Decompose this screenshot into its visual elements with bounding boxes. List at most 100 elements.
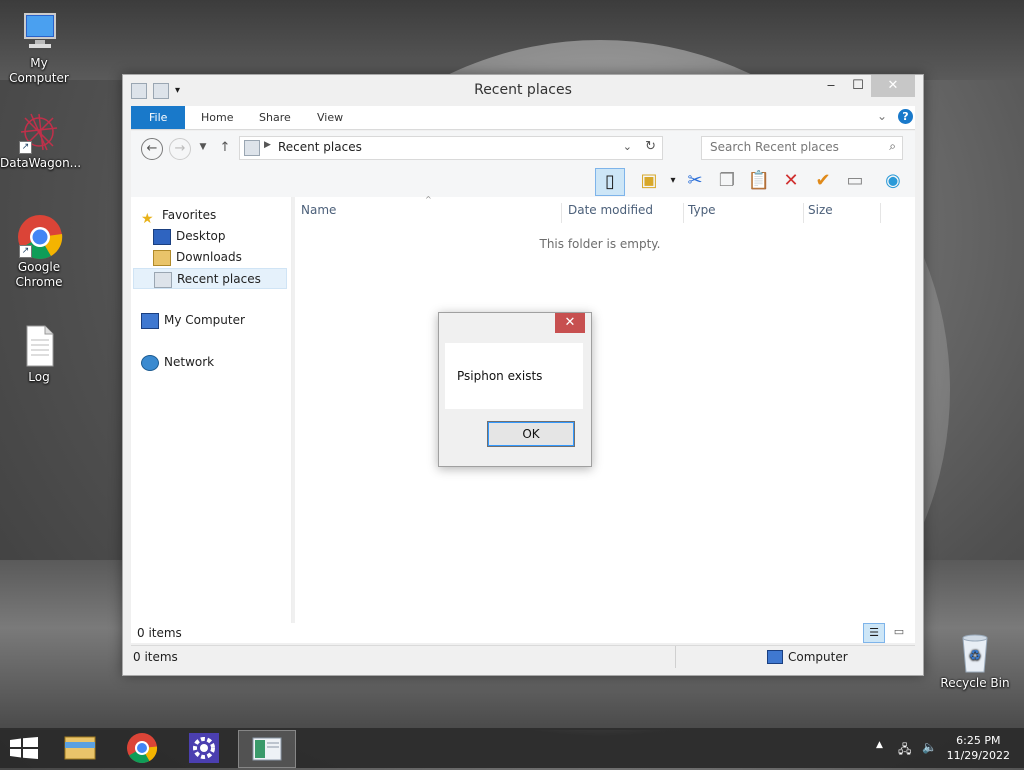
tab-file[interactable]: File [131, 106, 186, 129]
checkmark-icon[interactable]: ✔ [809, 168, 837, 194]
rename-icon[interactable]: ▭ [841, 168, 869, 194]
address-dropdown-icon[interactable]: ⌄ [623, 140, 632, 153]
status-location: Computer [788, 650, 848, 664]
nav-item-my-computer[interactable]: My Computer [141, 310, 299, 331]
file-list: ^ Name Date modified Type Size This fold… [295, 195, 915, 643]
taskbar-settings[interactable] [176, 730, 232, 766]
desktop-icon-recycle-bin[interactable]: ♻ Recycle Bin [936, 630, 1014, 691]
datawagon-icon: ↗ [17, 110, 61, 154]
text-file-icon [17, 324, 61, 368]
shortcut-arrow-icon: ↗ [19, 141, 32, 154]
status-bar: 0 items Computer [131, 645, 915, 668]
clock-time: 6:25 PM [956, 734, 1001, 747]
column-header-date-modified[interactable]: Date modified [562, 203, 684, 223]
chrome-icon: ↗ [17, 214, 63, 259]
status-divider [675, 646, 676, 668]
forward-button[interactable]: → [169, 138, 191, 160]
ok-button[interactable]: OK [487, 421, 575, 447]
back-button[interactable]: ← [141, 138, 163, 160]
up-button[interactable]: ↑ [215, 138, 235, 158]
paste-icon[interactable]: 📋 [745, 168, 773, 194]
tab-home[interactable]: Home [187, 106, 247, 129]
preview-pane-icon[interactable]: ▯ [595, 168, 625, 196]
tab-view[interactable]: View [303, 106, 357, 129]
recent-places-icon [244, 140, 260, 156]
search-box[interactable]: Search Recent places ⌕ [701, 136, 903, 160]
folder-icon [64, 736, 96, 760]
clock-date: 11/29/2022 [946, 749, 1010, 762]
delete-icon[interactable]: ✕ [777, 168, 805, 194]
desktop-icon-google-chrome[interactable]: ↗ Google Chrome [0, 214, 78, 290]
status-item-count: 0 items [133, 650, 178, 664]
item-count: 0 items [137, 626, 182, 640]
taskbar: ▲ 🖧 🔈 6:25 PM 11/29/2022 [0, 728, 1024, 768]
start-button[interactable] [10, 737, 38, 759]
nav-label: Downloads [176, 250, 242, 264]
large-icons-view-icon[interactable]: ▭ [889, 623, 909, 641]
network-icon [141, 354, 159, 371]
refresh-icon[interactable]: ↻ [645, 139, 656, 154]
window-app-icon [252, 737, 282, 761]
details-view-icon[interactable]: ☰ [863, 623, 885, 643]
breadcrumb-arrow-icon[interactable]: ▶ [264, 140, 271, 150]
desktop-icon-my-computer[interactable]: My Computer [0, 10, 78, 86]
network-status-icon[interactable]: 🖧 [898, 740, 911, 761]
message-dialog: ✕ Psiphon exists OK [438, 312, 592, 467]
nav-label: Network [164, 355, 215, 369]
copy-icon[interactable]: ❐ [713, 168, 741, 194]
taskbar-active-window[interactable] [238, 730, 296, 768]
shortcut-arrow-icon: ↗ [19, 245, 32, 258]
navigation-bar: ← → ▼ ↑ ▶ Recent places ⌄ ↻ Search Recen… [131, 131, 915, 165]
desktop-icon-label: DataWagon... [0, 156, 82, 170]
nav-item-network[interactable]: Network [141, 352, 299, 373]
taskbar-file-explorer[interactable] [52, 730, 108, 766]
details-bar: 0 items ☰ ▭ [131, 623, 915, 643]
desktop-icon-label: Log [28, 370, 50, 384]
nav-item-desktop[interactable]: Desktop [153, 226, 289, 247]
desktop-icon-datawagon[interactable]: ↗ DataWagon... [0, 110, 82, 171]
computer-icon [141, 312, 159, 329]
search-placeholder: Search Recent places [710, 140, 839, 154]
svg-text:♻: ♻ [969, 648, 982, 664]
column-header-size[interactable]: Size [802, 203, 881, 223]
desktop-icon-label: My Computer [9, 56, 69, 85]
volume-icon[interactable]: 🔈 [922, 740, 937, 754]
column-header-type[interactable]: Type [682, 203, 804, 223]
close-button[interactable]: ✕ [871, 75, 915, 97]
desktop-icon [153, 228, 171, 245]
tab-share[interactable]: Share [245, 106, 305, 129]
cut-icon[interactable]: ✂ [681, 168, 709, 194]
show-hidden-icons-arrow[interactable]: ▲ [876, 740, 883, 750]
navigation-pane: ★ Favorites Desktop Downloads Recent plac… [131, 197, 292, 643]
address-text: Recent places [278, 140, 362, 154]
nav-label: Recent places [177, 272, 261, 286]
minimize-button[interactable]: ‒ [816, 75, 846, 97]
nav-item-downloads[interactable]: Downloads [153, 247, 289, 268]
chrome-icon [127, 733, 158, 764]
window-title: Recent places [474, 82, 572, 98]
recycle-bin-icon: ♻ [953, 630, 997, 674]
ribbon-tabs: File Home Share View ⌄ ? [131, 106, 915, 130]
nav-label: My Computer [164, 313, 245, 327]
globe-icon[interactable]: ◉ [879, 168, 907, 194]
taskbar-chrome[interactable] [114, 730, 170, 766]
maximize-button[interactable]: ☐ [843, 75, 873, 97]
chevron-down-icon[interactable]: ⌄ [877, 109, 887, 123]
address-bar[interactable]: ▶ Recent places ⌄ ↻ [239, 136, 663, 160]
dialog-close-button[interactable]: ✕ [555, 313, 585, 333]
search-icon[interactable]: ⌕ [889, 139, 896, 154]
desktop-icon-log[interactable]: Log [0, 324, 78, 385]
nav-label: Desktop [176, 229, 226, 243]
empty-folder-message: This folder is empty. [539, 237, 661, 251]
desktop-icon-label: Recycle Bin [940, 676, 1010, 690]
downloads-folder-icon [153, 249, 171, 266]
column-header-name[interactable]: Name [301, 203, 562, 223]
title-bar: ▾ Recent places ‒ ☐ ✕ [123, 75, 923, 105]
clock[interactable]: 6:25 PM 11/29/2022 [947, 733, 1010, 763]
nav-item-favorites[interactable]: ★ Favorites [141, 205, 299, 227]
gear-icon [189, 733, 219, 763]
star-icon: ★ [141, 210, 154, 227]
recent-locations-dropdown[interactable]: ▼ [193, 138, 213, 158]
nav-item-recent-places[interactable]: Recent places [133, 268, 287, 289]
help-icon[interactable]: ? [898, 109, 913, 124]
